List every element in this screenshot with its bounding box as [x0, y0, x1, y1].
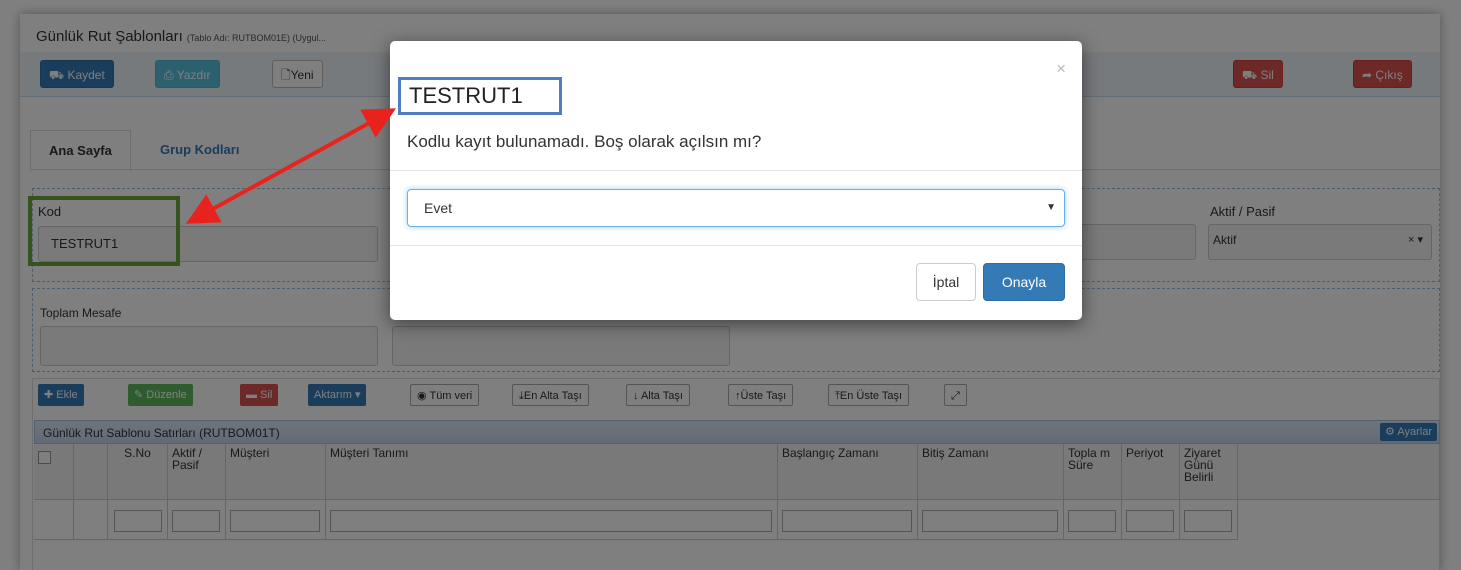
annotation-arrow — [185, 108, 397, 224]
double-arrow-line — [185, 108, 397, 224]
